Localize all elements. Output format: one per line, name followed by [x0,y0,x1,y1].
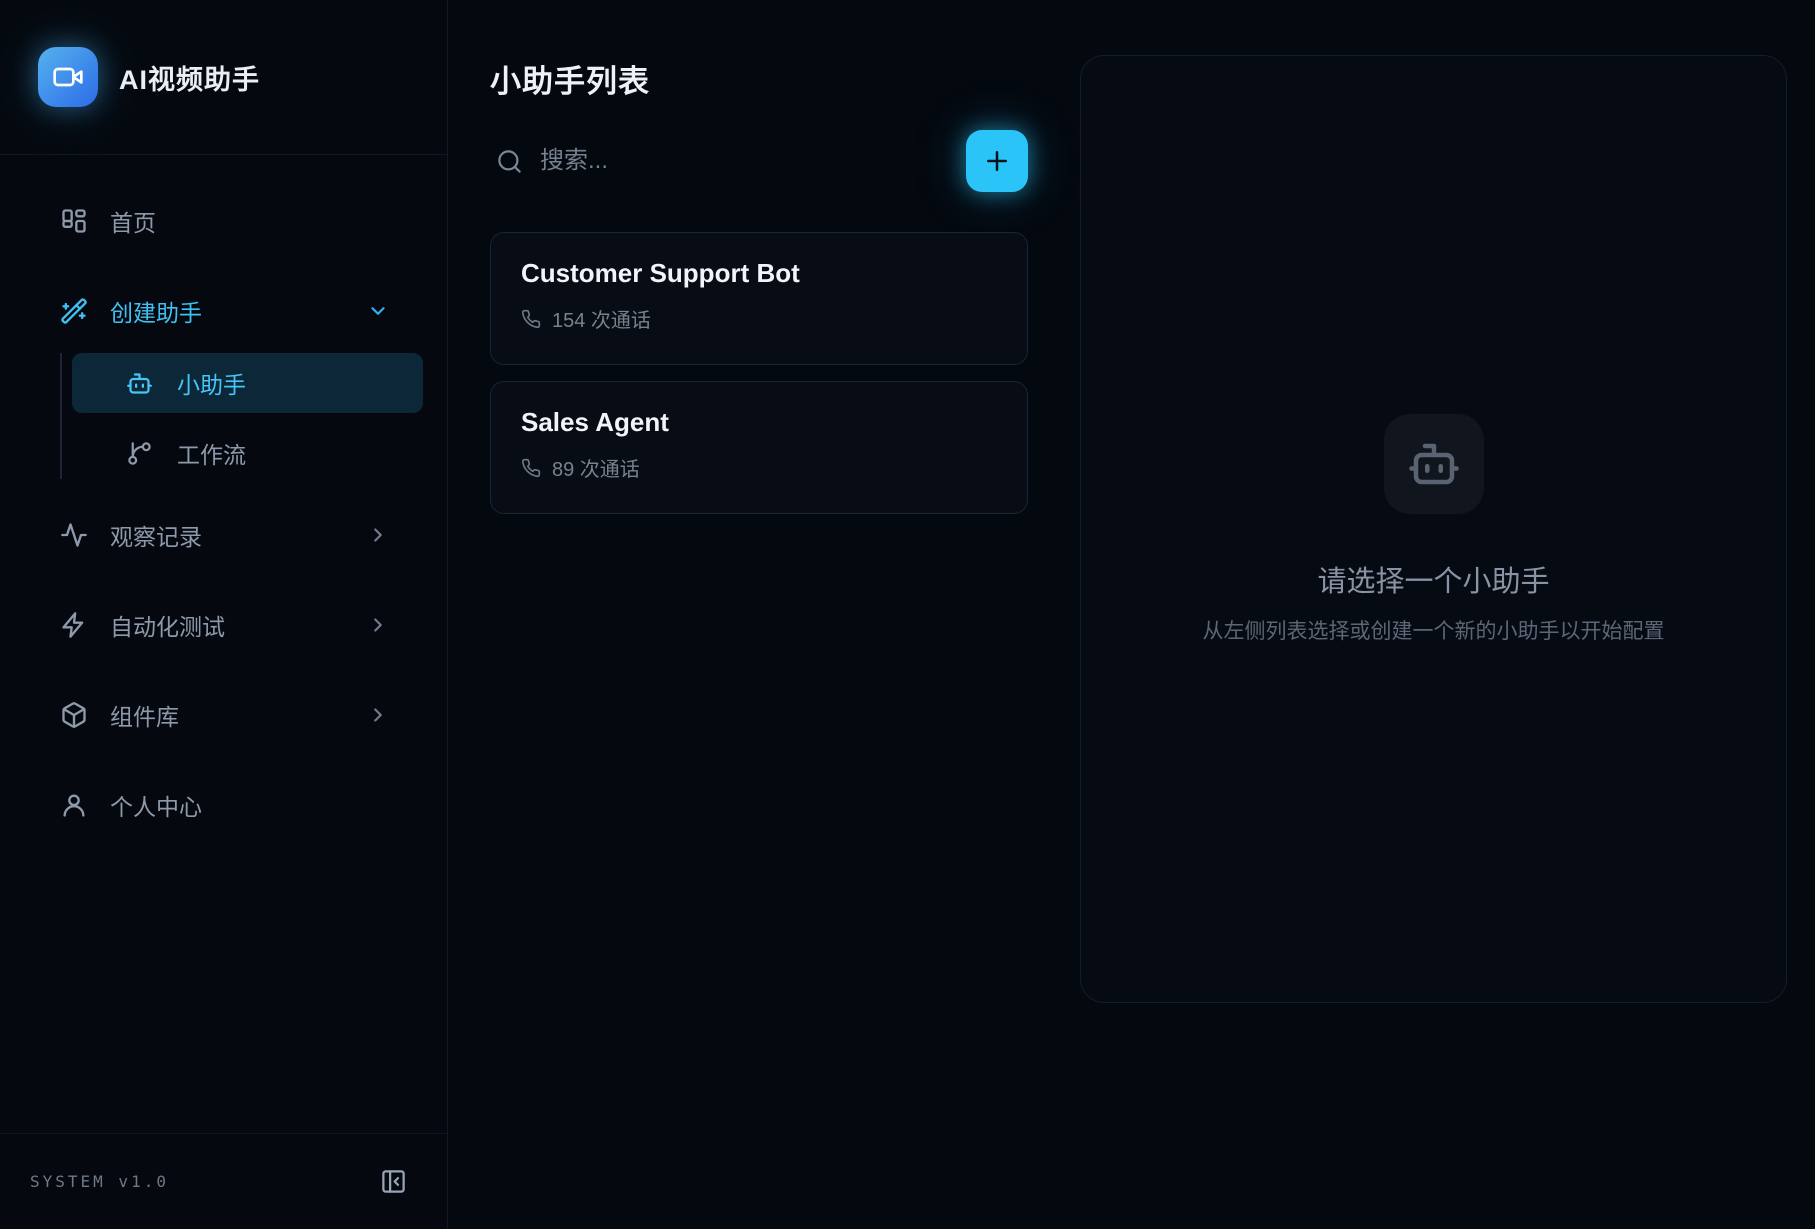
sidebar-subgroup-create-assistant: 小助手 工作流 [60,353,423,479]
search-row [490,130,1028,192]
sidebar-item-automation-test[interactable]: 自动化测试 [24,599,423,651]
sidebar-item-label: 创建助手 [110,294,367,328]
chevron-right-icon [367,704,389,726]
sidebar-item-observation[interactable]: 观察记录 [24,509,423,561]
sidebar-item-label: 个人中心 [110,788,389,822]
empty-state-tile [1384,414,1484,514]
chevron-right-icon [367,614,389,636]
assistant-cards: Customer Support Bot 154 次通话 Sales Agent… [490,232,1028,514]
bot-icon [1407,437,1461,491]
app-title: AI视频助手 [119,58,260,97]
sidebar-item-label: 组件库 [110,698,367,732]
user-icon [60,791,88,819]
plus-icon [982,146,1012,176]
box-icon [60,701,88,729]
call-count-text: 154 次通话 [552,304,651,333]
add-assistant-button[interactable] [966,130,1028,192]
app-header: AI视频助手 [0,0,447,155]
sidebar-item-assistants[interactable]: 小助手 [72,353,423,413]
sidebar-item-component-library[interactable]: 组件库 [24,689,423,741]
sidebar: AI视频助手 首页 创建助手 小助手 [0,0,448,1229]
call-count-text: 89 次通话 [552,453,640,482]
sidebar-item-label: 首页 [110,204,389,238]
assistant-card[interactable]: Customer Support Bot 154 次通话 [490,232,1028,365]
sidebar-item-profile[interactable]: 个人中心 [24,779,423,831]
dashboard-icon [60,207,88,235]
assistant-detail-panel: 请选择一个小助手 从左侧列表选择或创建一个新的小助手以开始配置 [1080,55,1787,1003]
app-logo [38,47,98,107]
page-title: 小助手列表 [490,56,1028,101]
sidebar-item-label: 工作流 [177,436,246,470]
assistant-list-panel: 小助手列表 Customer Support Bot 154 次通话 Sales… [490,0,1028,514]
activity-icon [60,521,88,549]
sidebar-item-label: 观察记录 [110,518,367,552]
chevron-right-icon [367,524,389,546]
search-input[interactable] [540,147,966,175]
search-icon [496,148,523,175]
sidebar-footer: SYSTEM v1.0 [0,1133,447,1229]
panel-left-close-icon [380,1168,407,1195]
empty-state: 请选择一个小助手 从左侧列表选择或创建一个新的小助手以开始配置 [1203,414,1665,645]
sidebar-item-home[interactable]: 首页 [24,195,423,247]
phone-icon [521,309,541,329]
wand-sparkles-icon [60,297,88,325]
assistant-call-count: 89 次通话 [521,453,997,482]
assistant-call-count: 154 次通话 [521,304,997,333]
sidebar-collapse-button[interactable] [380,1168,407,1195]
assistant-name: Customer Support Bot [521,258,997,289]
system-version: SYSTEM v1.0 [30,1172,169,1191]
empty-state-subtitle: 从左侧列表选择或创建一个新的小助手以开始配置 [1203,615,1665,645]
sidebar-nav: 首页 创建助手 小助手 工作流 [0,155,447,831]
sidebar-item-label: 小助手 [177,366,246,400]
video-camera-icon [52,61,84,93]
sidebar-item-label: 自动化测试 [110,608,367,642]
chevron-down-icon [367,300,389,322]
bot-icon [126,370,153,397]
zap-icon [60,611,88,639]
sidebar-item-create-assistant[interactable]: 创建助手 [24,285,423,337]
sidebar-item-workflow[interactable]: 工作流 [72,427,423,479]
workflow-icon [126,440,153,467]
assistant-name: Sales Agent [521,407,997,438]
assistant-card[interactable]: Sales Agent 89 次通话 [490,381,1028,514]
phone-icon [521,458,541,478]
empty-state-title: 请选择一个小助手 [1317,558,1549,600]
